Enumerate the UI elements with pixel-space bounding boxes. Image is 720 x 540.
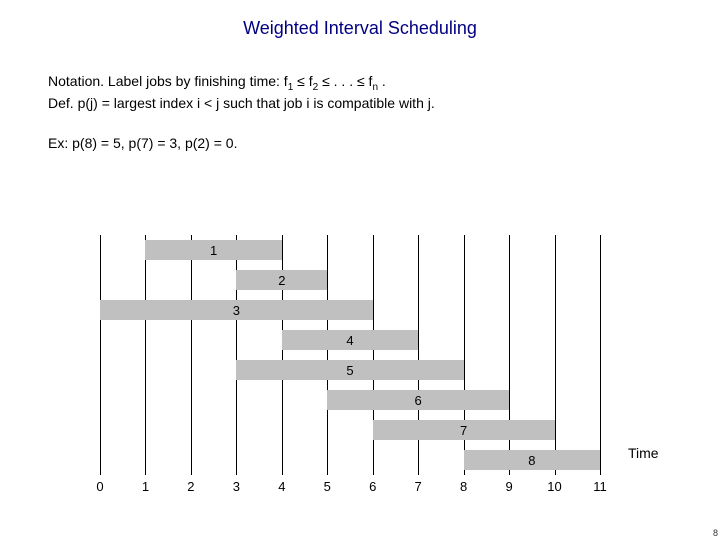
notation-mid1: ≤ f bbox=[293, 73, 312, 89]
page-title: Weighted Interval Scheduling bbox=[0, 0, 720, 39]
interval-bar: 8 bbox=[464, 450, 600, 470]
notation-mid2: ≤ . . . ≤ f bbox=[318, 73, 372, 89]
axis-tick-label: 4 bbox=[272, 479, 292, 494]
interval-chart: 12345678 01234567891011 Time bbox=[100, 235, 620, 495]
notation-end: . bbox=[378, 73, 386, 89]
gridline bbox=[327, 235, 328, 475]
axis-tick-label: 3 bbox=[226, 479, 246, 494]
gridline bbox=[600, 235, 601, 475]
def-line: Def. p(j) = largest index i < j such tha… bbox=[48, 95, 680, 111]
interval-bar: 7 bbox=[373, 420, 555, 440]
axis-tick-label: 10 bbox=[545, 479, 565, 494]
notation-line: Notation. Label jobs by finishing time: … bbox=[48, 73, 680, 93]
interval-bar: 5 bbox=[236, 360, 463, 380]
gridline bbox=[145, 235, 146, 475]
def-text: p(j) = largest index i < j such that job… bbox=[74, 95, 435, 111]
example-line: Ex: p(8) = 5, p(7) = 3, p(2) = 0. bbox=[48, 135, 680, 151]
interval-bar: 3 bbox=[100, 300, 373, 320]
gridline bbox=[100, 235, 101, 475]
axis-tick-label: 2 bbox=[181, 479, 201, 494]
axis-tick-label: 9 bbox=[499, 479, 519, 494]
axis-tick-label: 8 bbox=[454, 479, 474, 494]
page-number: 8 bbox=[713, 528, 718, 538]
interval-bar: 2 bbox=[236, 270, 327, 290]
time-axis-label: Time bbox=[628, 445, 659, 461]
axis-tick-label: 0 bbox=[90, 479, 110, 494]
interval-bar: 6 bbox=[327, 390, 509, 410]
gridline bbox=[191, 235, 192, 475]
notation-prefix: Notation. bbox=[48, 73, 104, 89]
interval-bar: 1 bbox=[145, 240, 281, 260]
axis-tick-label: 1 bbox=[135, 479, 155, 494]
notation-text: Label jobs by finishing time: f bbox=[104, 73, 288, 89]
gridline bbox=[555, 235, 556, 475]
axis-tick-label: 5 bbox=[317, 479, 337, 494]
axis-tick-label: 7 bbox=[408, 479, 428, 494]
def-prefix: Def. bbox=[48, 95, 74, 111]
interval-bar: 4 bbox=[282, 330, 418, 350]
axis-tick-label: 11 bbox=[590, 479, 610, 494]
axis-tick-label: 6 bbox=[363, 479, 383, 494]
